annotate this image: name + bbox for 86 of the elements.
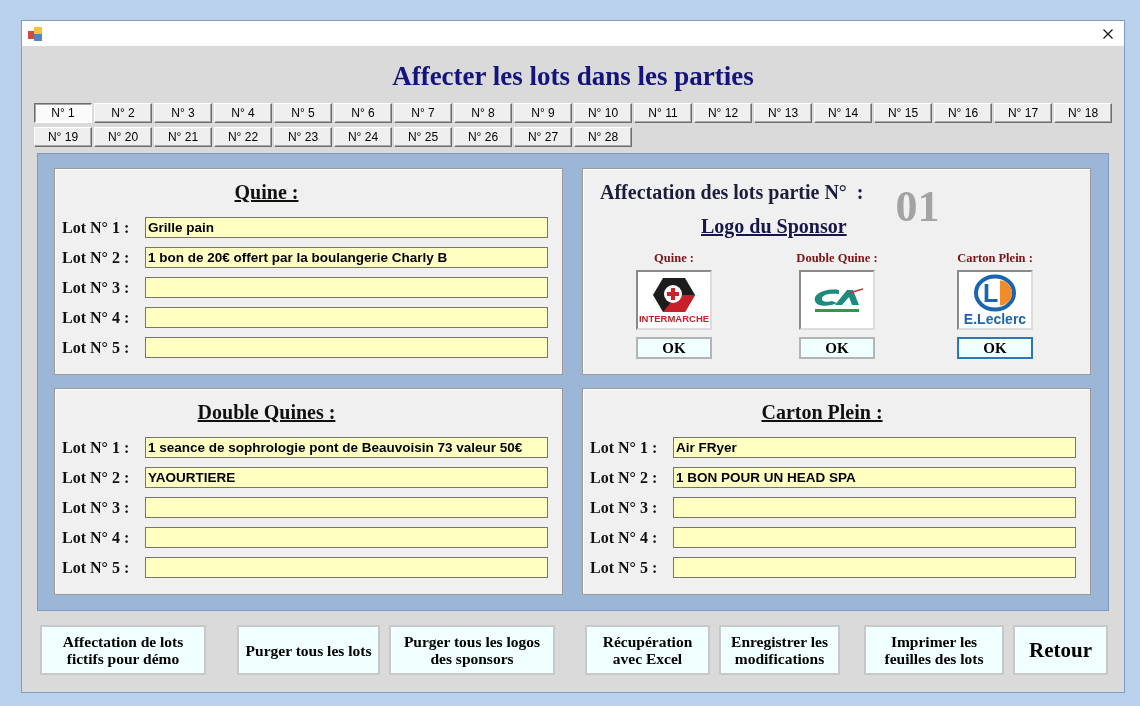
text-field[interactable] <box>673 497 1076 518</box>
game-tab[interactable]: N° 7 <box>394 103 452 123</box>
text-field[interactable] <box>673 557 1076 578</box>
text-field[interactable]: Grille pain <box>145 217 548 238</box>
game-tab[interactable]: N° 12 <box>694 103 752 123</box>
field-label: Lot N° 3 : <box>590 498 658 517</box>
text-field[interactable] <box>145 337 548 358</box>
text-field[interactable]: 1 seance de sophrologie pont de Beauvoisin 73 valeur 50€ <box>145 437 548 458</box>
game-tab[interactable]: N° 28 <box>574 127 632 147</box>
game-tab[interactable]: N° 2 <box>94 103 152 123</box>
app-icon <box>28 26 42 41</box>
game-tab[interactable]: N° 4 <box>214 103 272 123</box>
game-tab[interactable]: N° 5 <box>274 103 332 123</box>
game-tab[interactable]: N° 16 <box>934 103 992 123</box>
game-tab[interactable]: N° 6 <box>334 103 392 123</box>
close-button[interactable] <box>1103 28 1113 39</box>
panel-title: Double Quines : <box>197 400 336 424</box>
game-tab[interactable]: N° 1 <box>34 103 92 123</box>
action-button[interactable]: Purger tous les lots <box>237 625 380 675</box>
game-tab[interactable]: N° 18 <box>1054 103 1112 123</box>
field-label: Lot N° 4 : <box>62 528 130 547</box>
game-tab[interactable]: N° 24 <box>334 127 392 147</box>
game-tab[interactable]: N° 14 <box>814 103 872 123</box>
panel-heading: Affectation des lots partie N° : <box>600 180 864 204</box>
action-button[interactable]: Purger tous les logos des sponsors <box>389 625 555 675</box>
ring-emblem-icon <box>973 273 1017 312</box>
text-field[interactable] <box>145 307 548 328</box>
logo-text: INTERMARCHE <box>638 312 710 324</box>
field-label: Lot N° 2 : <box>62 468 130 487</box>
game-tab[interactable]: N° 25 <box>394 127 452 147</box>
sponsor-label: Quine : <box>654 250 694 266</box>
ok-button[interactable]: OK <box>799 337 875 359</box>
field-label: Lot N° 1 : <box>590 438 658 457</box>
text-field[interactable] <box>145 527 548 548</box>
panel-title: Carton Plein : <box>761 400 883 424</box>
text-field[interactable] <box>145 557 548 578</box>
field-label: Lot N° 4 : <box>62 308 130 327</box>
game-tab[interactable]: N° 27 <box>514 127 572 147</box>
field-label: Lot N° 5 : <box>590 558 658 577</box>
action-button[interactable]: Imprimer les feuilles des lots <box>864 625 1004 675</box>
action-button[interactable]: Récupération avec Excel <box>585 625 710 675</box>
field-label: Lot N° 3 : <box>62 498 130 517</box>
game-tab[interactable]: N° 20 <box>94 127 152 147</box>
panel-subtitle: Logo du Sponsor <box>701 214 847 238</box>
game-tab[interactable]: N° 11 <box>634 103 692 123</box>
text-field[interactable] <box>673 527 1076 548</box>
logo-letter: L <box>983 279 999 306</box>
game-tab[interactable]: N° 13 <box>754 103 812 123</box>
field-label: Lot N° 4 : <box>590 528 658 547</box>
text-field[interactable] <box>145 277 548 298</box>
hexagon-emblem-icon <box>652 276 696 313</box>
field-label: Lot N° 3 : <box>62 278 130 297</box>
field-label: Lot N° 2 : <box>62 248 130 267</box>
panel-title: Quine : <box>234 180 299 204</box>
game-tab[interactable]: N° 10 <box>574 103 632 123</box>
text-field[interactable]: YAOURTIERE <box>145 467 548 488</box>
form-heading: Affecter les lots dans les parties <box>392 60 754 93</box>
game-tab[interactable]: N° 17 <box>994 103 1052 123</box>
game-tab[interactable]: N° 23 <box>274 127 332 147</box>
sponsor-label: Double Quine : <box>796 250 878 266</box>
close-icon <box>1103 28 1113 39</box>
text-field[interactable] <box>145 497 548 518</box>
game-tab[interactable]: N° 26 <box>454 127 512 147</box>
logo-text: E.Leclerc <box>963 311 1027 327</box>
field-label: Lot N° 5 : <box>62 338 130 357</box>
action-button[interactable]: Affectation de lots fictifs pour démo <box>40 625 206 675</box>
game-tab[interactable]: N° 19 <box>34 127 92 147</box>
game-tab[interactable]: N° 21 <box>154 127 212 147</box>
text-field[interactable]: Air FRyer <box>673 437 1076 458</box>
text-field[interactable]: 1 bon de 20€ offert par la boulangerie Charly B <box>145 247 548 268</box>
text-field[interactable]: 1 BON POUR UN HEAD SPA <box>673 467 1076 488</box>
ok-button[interactable]: OK <box>636 337 712 359</box>
game-tab[interactable]: N° 3 <box>154 103 212 123</box>
action-button[interactable]: Enregistrer les modifications <box>719 625 840 675</box>
game-tab[interactable]: N° 9 <box>514 103 572 123</box>
sponsor-label: Carton Plein : <box>957 250 1033 266</box>
game-tab[interactable]: N° 22 <box>214 127 272 147</box>
field-label: Lot N° 1 : <box>62 218 130 237</box>
game-number: 01 <box>895 185 940 229</box>
ok-button[interactable]: OK <box>957 337 1033 359</box>
field-label: Lot N° 5 : <box>62 558 130 577</box>
field-label: Lot N° 2 : <box>590 468 658 487</box>
game-tab[interactable]: N° 8 <box>454 103 512 123</box>
action-button[interactable]: Retour <box>1013 625 1108 675</box>
game-tab[interactable]: N° 15 <box>874 103 932 123</box>
field-label: Lot N° 1 : <box>62 438 130 457</box>
